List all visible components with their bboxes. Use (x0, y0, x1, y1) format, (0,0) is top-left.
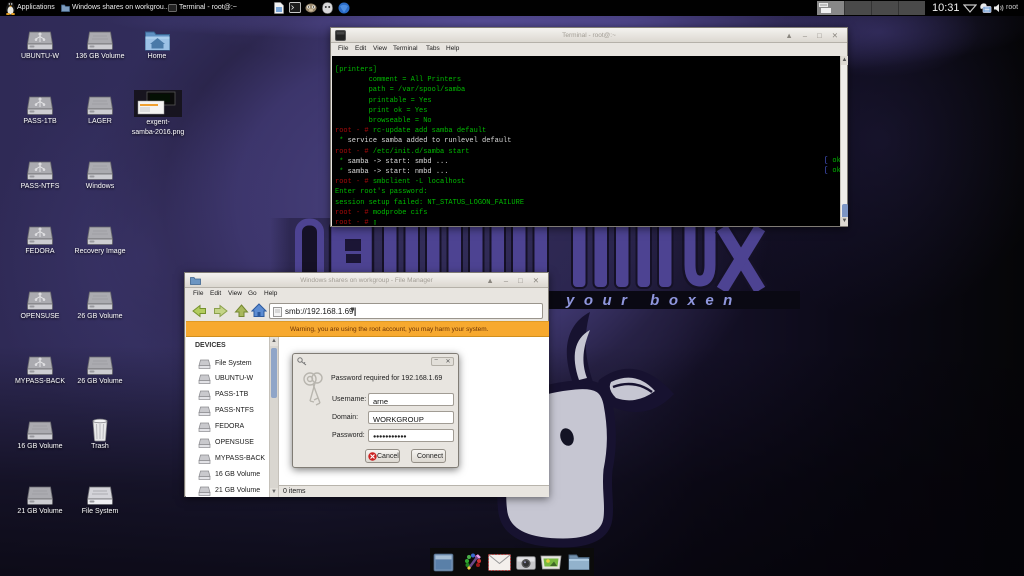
svg-text:your boxen: your boxen (565, 292, 742, 309)
